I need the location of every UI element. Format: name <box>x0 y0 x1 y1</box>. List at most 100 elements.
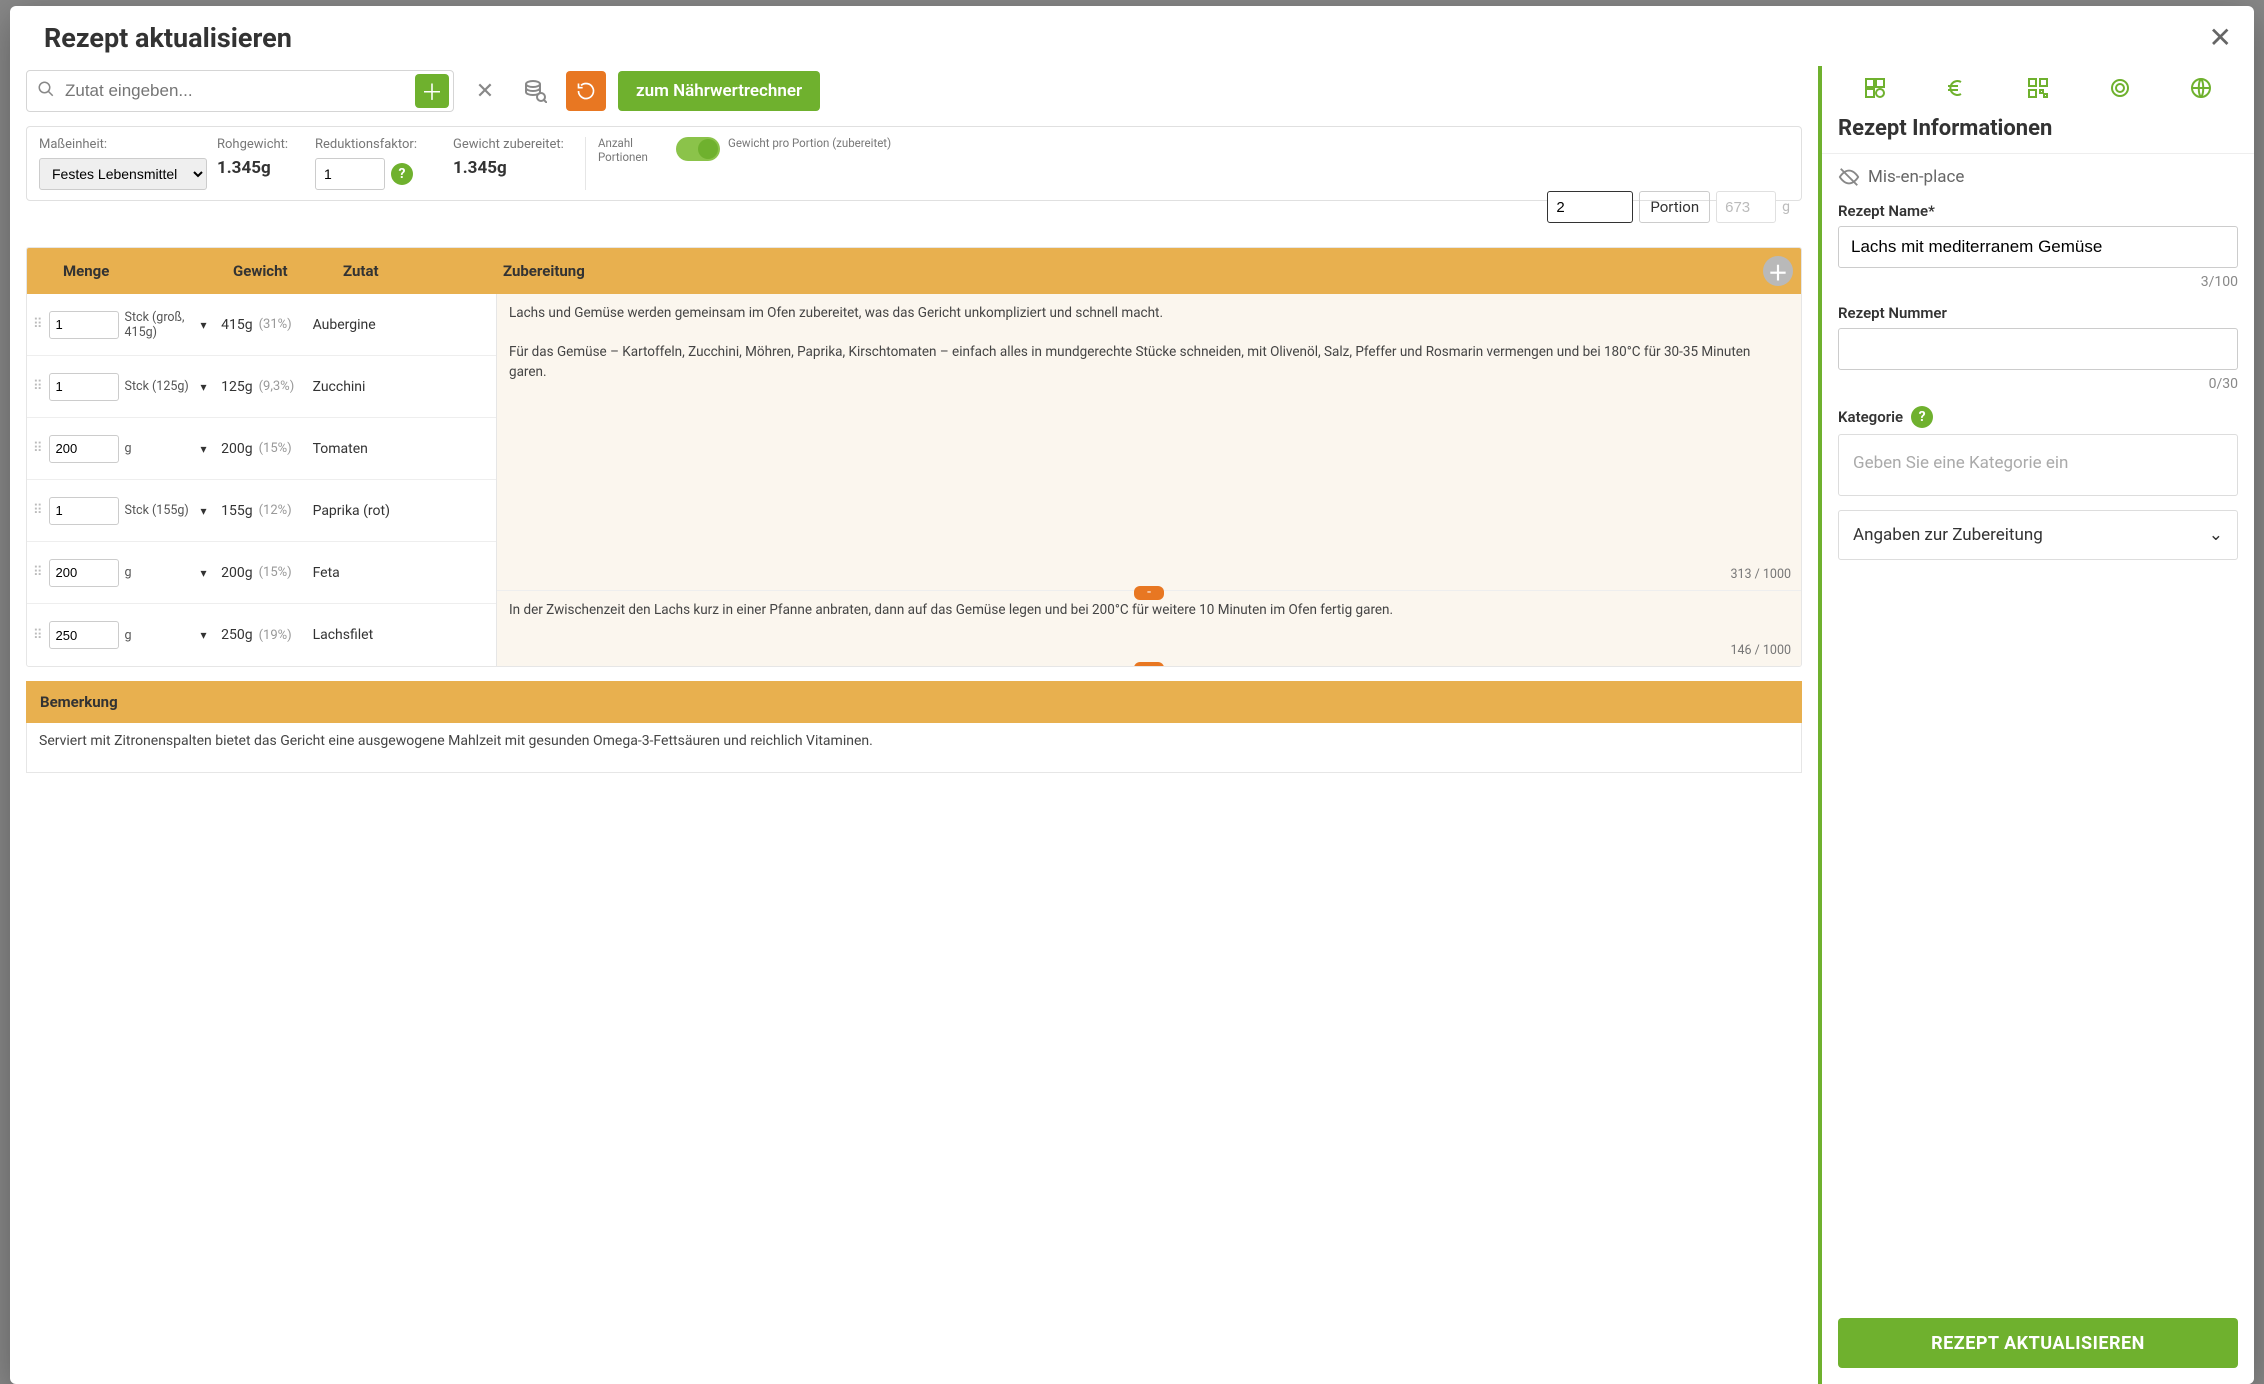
table-row: ⠿Stck (125g)▾125g(9,3%)Zucchini <box>27 356 496 418</box>
preparation-block[interactable]: In der Zwischenzeit den Lachs kurz in ei… <box>497 591 1801 666</box>
preparation-block[interactable]: Lachs und Gemüse werden gemeinsam im Ofe… <box>497 294 1801 591</box>
table-row: ⠿g▾200g(15%)Tomaten <box>27 418 496 480</box>
weight-percent: (31%) <box>259 317 309 332</box>
nutrition-calculator-button[interactable]: zum Nährwertrechner <box>618 71 820 111</box>
qty-input[interactable] <box>49 621 119 649</box>
unit-label: Maßeinheit: <box>39 137 209 152</box>
mep-label: Mis-en-place <box>1868 167 1964 187</box>
char-count: 146 / 1000 <box>1730 642 1791 660</box>
drag-handle-icon[interactable]: ⠿ <box>27 503 49 518</box>
ingredient-name: Zucchini <box>309 379 366 395</box>
remark-heading: Bemerkung <box>26 681 1802 723</box>
tab-qr-icon[interactable] <box>2026 76 2050 100</box>
modal-title: Rezept aktualisieren <box>44 22 292 54</box>
weight-percent: (9,3%) <box>259 379 309 394</box>
preparation-column: Lachs und Gemüse werden gemeinsam im Ofe… <box>497 294 1801 666</box>
toolbar: ＋ ✕ zum Nährwertrechner <box>26 66 1802 112</box>
accordion-label: Angaben zur Zubereitung <box>1853 525 2043 545</box>
sidebar-tabs <box>1822 66 2254 106</box>
portions-label: Anzahl Portionen <box>598 137 668 165</box>
drag-handle-icon[interactable]: ⠿ <box>27 379 49 394</box>
gram-label: g <box>1782 199 1790 215</box>
category-label: Kategorie <box>1838 408 1903 426</box>
weight-value: 415g <box>211 317 259 333</box>
unit-dropdown-icon[interactable]: ▾ <box>197 504 211 518</box>
cooked-weight-label: Gewicht zubereitet: <box>453 137 573 152</box>
recipe-number-input[interactable] <box>1838 328 2238 370</box>
portion-toggle[interactable] <box>676 137 720 161</box>
recipe-name-input[interactable] <box>1838 226 2238 268</box>
unit-dropdown-icon[interactable]: ▾ <box>197 566 211 580</box>
drag-handle-icon[interactable]: ⠿ <box>27 441 49 456</box>
database-icon[interactable] <box>516 72 554 110</box>
tab-euro-icon[interactable] <box>1944 76 1968 100</box>
per-portion-label: Gewicht pro Portion (zubereitet) <box>728 137 1789 151</box>
preparation-accordion[interactable]: Angaben zur Zubereitung ⌄ <box>1838 510 2238 560</box>
ingredient-name: Lachsfilet <box>309 627 374 643</box>
right-sidebar: Rezept Informationen Mis-en-place Rezept… <box>1818 66 2254 1384</box>
ingredient-name: Paprika (rot) <box>309 503 390 519</box>
refresh-button[interactable] <box>566 71 606 111</box>
drag-handle-icon[interactable]: ⠿ <box>27 317 49 332</box>
category-help-icon[interactable]: ? <box>1911 406 1933 428</box>
qty-input[interactable] <box>49 373 119 401</box>
clear-icon[interactable]: ✕ <box>466 72 504 110</box>
add-ingredient-button[interactable]: ＋ <box>415 74 449 108</box>
tab-calculator-icon[interactable] <box>1863 76 1887 100</box>
col-ing: Zutat <box>335 262 495 280</box>
qty-input[interactable] <box>49 435 119 463</box>
unit-dropdown-icon[interactable]: ▾ <box>197 318 211 332</box>
remark-text[interactable]: Serviert mit Zitronenspalten bietet das … <box>26 723 1802 773</box>
recipe-name-label: Rezept Name* <box>1838 202 2238 220</box>
portion-unit[interactable]: Portion <box>1639 191 1710 223</box>
char-count: 313 / 1000 <box>1730 566 1791 584</box>
tab-badge-icon[interactable] <box>2108 76 2132 100</box>
weight-value: 200g <box>211 441 259 457</box>
ingredient-table: Menge Gewicht Zutat Zubereitung ＋ ⠿Stck … <box>26 247 1802 667</box>
search-input[interactable] <box>65 81 415 101</box>
unit-dropdown-icon[interactable]: ▾ <box>197 628 211 642</box>
recipe-name-count: 3/100 <box>1838 274 2238 290</box>
unit-dropdown-icon[interactable]: ▾ <box>197 380 211 394</box>
drag-handle-icon[interactable]: ⠿ <box>27 565 49 580</box>
per-portion-weight <box>1716 191 1776 223</box>
tab-globe-icon[interactable] <box>2189 76 2213 100</box>
mis-en-place-toggle[interactable]: Mis-en-place <box>1838 166 2238 188</box>
weight-value: 250g <box>211 627 259 643</box>
qty-input[interactable] <box>49 311 119 339</box>
collapse-handle-icon[interactable]: - <box>1134 586 1164 600</box>
reduction-label: Reduktionsfaktor: <box>315 137 445 152</box>
weight-percent: (15%) <box>259 441 309 456</box>
portions-input[interactable] <box>1547 191 1633 223</box>
qty-input[interactable] <box>49 497 119 525</box>
col-weight: Gewicht <box>225 262 335 280</box>
table-row: ⠿ g▾250g(19%)Lachsfilet <box>27 604 496 666</box>
col-prep: Zubereitung <box>495 262 1801 280</box>
save-recipe-button[interactable]: REZEPT AKTUALISIEREN <box>1838 1318 2238 1368</box>
unit-label: g <box>119 628 197 643</box>
category-input[interactable]: Geben Sie eine Kategorie ein <box>1838 434 2238 496</box>
col-qty: Menge <box>55 262 225 280</box>
sidebar-title: Rezept Informationen <box>1822 106 2254 154</box>
weight-value: 200g <box>211 565 259 581</box>
unit-label: g <box>119 565 197 580</box>
table-header: Menge Gewicht Zutat Zubereitung ＋ <box>27 248 1801 294</box>
add-row-button[interactable]: ＋ <box>1763 256 1793 286</box>
table-row: ⠿ Stck (groß, 415g)▾415g(31%)Aubergine <box>27 294 496 356</box>
close-icon[interactable]: ✕ <box>2209 24 2232 52</box>
weight-percent: (19%) <box>259 628 309 643</box>
recipe-modal: Rezept aktualisieren ✕ ＋ ✕ <box>10 6 2254 1384</box>
qty-input[interactable] <box>49 559 119 587</box>
ingredient-name: Aubergine <box>309 317 376 333</box>
recipe-number-label: Rezept Nummer <box>1838 304 2238 322</box>
drag-handle-icon[interactable]: ⠿ <box>27 628 49 643</box>
unit-label: Stck (155g) <box>119 503 197 518</box>
weight-value: 155g <box>211 503 259 519</box>
unit-label: Stck (groß, 415g) <box>119 310 197 340</box>
chevron-down-icon: ⌄ <box>2209 525 2223 545</box>
ingredient-search[interactable]: ＋ <box>26 70 454 112</box>
table-row: ⠿g▾200g(15%)Feta <box>27 542 496 604</box>
collapse-handle-icon[interactable]: - <box>1134 662 1164 667</box>
table-row: ⠿Stck (155g)▾155g(12%)Paprika (rot) <box>27 480 496 542</box>
unit-dropdown-icon[interactable]: ▾ <box>197 442 211 456</box>
